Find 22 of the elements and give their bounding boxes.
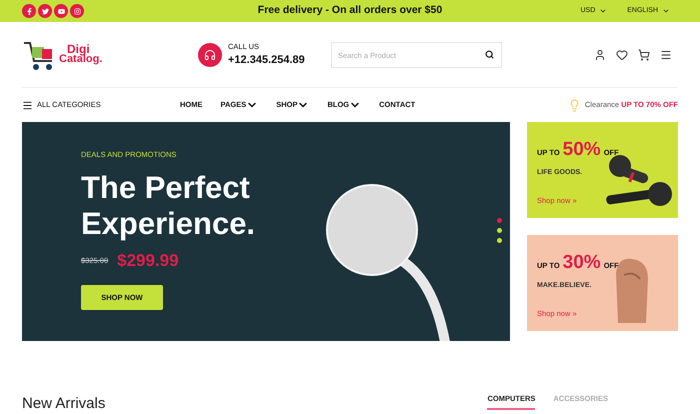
logo-text: Digi [67, 44, 90, 55]
heart-icon[interactable] [616, 48, 628, 60]
cart-icon[interactable] [638, 48, 650, 60]
hero-title: Experience. [81, 206, 256, 242]
menu-icon[interactable] [660, 48, 672, 60]
account-icon[interactable] [594, 48, 606, 60]
chevron-icon [599, 7, 608, 15]
sale-price: $299.99 [117, 250, 179, 272]
section-title: New Arrivals [22, 394, 106, 414]
hero-title: The Perfect [81, 170, 250, 206]
instagram-icon[interactable] [70, 4, 84, 18]
twitter-icon[interactable] [38, 4, 52, 18]
chevron-icon [662, 7, 670, 15]
phone-number: +12.345.254.89 [228, 52, 305, 68]
delivery-message: Free delivery - On all orders over $50 [256, 3, 444, 18]
lightbulb-icon [568, 98, 581, 112]
logo-text: Catalog. [59, 54, 102, 65]
search-icon[interactable] [485, 50, 494, 58]
facebook-icon[interactable] [22, 4, 36, 18]
headset-icon [198, 42, 222, 66]
youtube-icon[interactable] [54, 4, 68, 18]
menu-icon [22, 100, 33, 110]
